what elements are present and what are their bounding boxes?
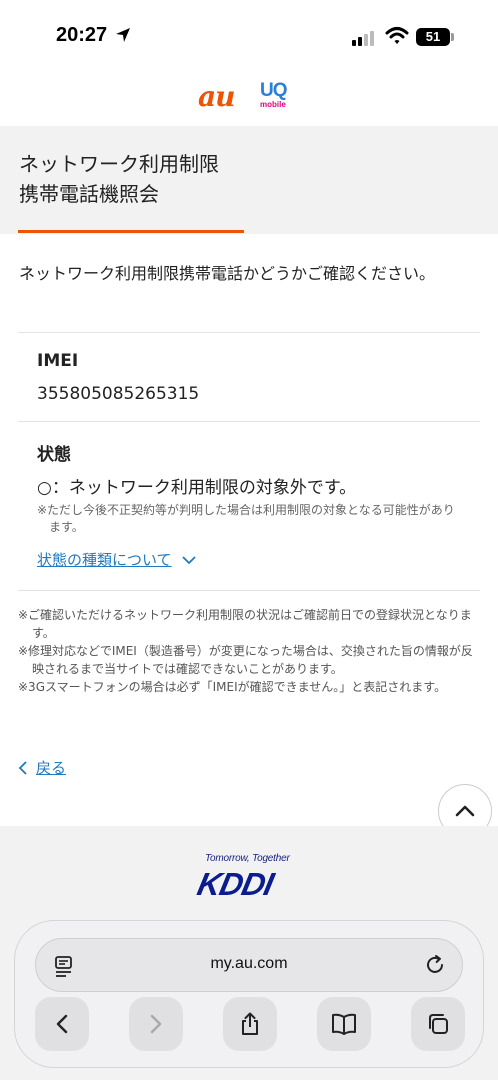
uq-mobile-logo[interactable]: UQ mobile [260,81,294,112]
status-label: 状態 [37,445,71,465]
bookmarks-icon [332,1013,356,1035]
status-types-link[interactable]: 状態の種類について [37,549,196,570]
url-text[interactable]: my.au.com [36,955,462,973]
imei-label: IMEI [37,351,79,371]
forward-icon [150,1014,162,1034]
page-title: ネットワーク利用制限 携帯電話機照会 [19,152,219,206]
imei-value: 355805085265315 [37,384,200,404]
notes-list: ※ご確認いただけるネットワーク利用制限の状況はご確認前日での登録状況となります。… [18,606,484,696]
chevron-up-icon [455,805,475,817]
note-item: ※ご確認いただけるネットワーク利用制限の状況はご確認前日での登録状況となります。 [18,608,472,640]
status-note: ※ただし今後不正契約等が判明した場合は利用制限の対象となる可能性があります。 [37,503,455,534]
back-icon [56,1014,68,1034]
intro-text: ネットワーク利用制限携帯電話かどうかご確認ください。 [19,264,436,283]
brand-header: au UQ mobile [0,70,498,126]
tabs-button[interactable] [411,997,465,1051]
forward-button[interactable] [129,997,183,1051]
au-logo[interactable]: au [198,80,235,113]
chevron-left-icon [18,760,27,775]
title-underline [18,230,244,233]
share-icon [242,1012,258,1035]
status-time: 20:27 [56,24,108,46]
wifi-icon [385,27,409,44]
tabs-icon [429,1014,448,1034]
title-section: ネットワーク利用制限 携帯電話機照会 [0,126,498,234]
back-button[interactable] [35,997,89,1051]
divider [18,590,480,591]
divider [18,421,480,422]
share-button[interactable] [223,997,277,1051]
status-value: ○：ネットワーク利用制限の対象外です。 [37,478,357,498]
kddi-tagline: Tomorrow, Together [205,853,290,864]
address-bar[interactable]: my.au.com [35,938,463,992]
back-link[interactable]: 戻る [18,757,66,778]
location-arrow-icon [116,28,130,42]
battery-icon: 51 [416,28,450,46]
status-bar: 20:27 51 [0,0,498,70]
bookmarks-button[interactable] [317,997,371,1051]
reload-icon[interactable] [424,954,446,976]
note-item: ※修理対応などでIMEI（製造番号）が変更になった場合は、交換された旨の情報が反… [18,644,473,676]
signal-icon [352,30,378,46]
note-item: ※3Gスマートフォンの場合は必ず「IMEIが確認できません。」と表記されます。 [18,680,447,694]
divider [18,332,480,333]
battery-tip [451,33,454,41]
kddi-logo[interactable]: KDDI [194,866,276,903]
browser-toolbar: my.au.com [14,920,484,1068]
chevron-down-icon [181,555,196,564]
